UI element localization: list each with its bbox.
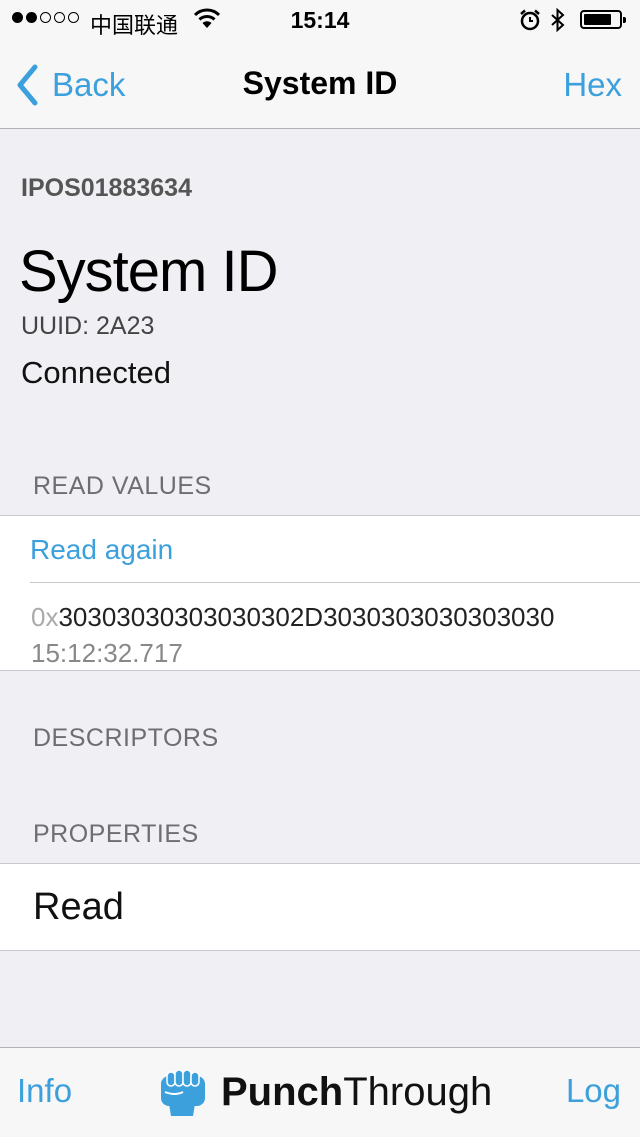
value-prefix: 0x xyxy=(31,602,59,632)
bluetooth-icon xyxy=(551,8,565,32)
info-button[interactable]: Info xyxy=(17,1072,72,1110)
characteristic-uuid: UUID: 2A23 xyxy=(21,312,155,340)
read-value: 0x30303030303030302D3030303030303030 xyxy=(31,602,554,633)
page-title: System ID xyxy=(242,65,398,101)
brand-wordmark: PunchThrough xyxy=(221,1070,492,1115)
status-bar: 中国联通 15:14 xyxy=(0,0,640,40)
descriptors-header: DESCRIPTORS xyxy=(33,724,219,752)
alarm-clock-icon xyxy=(520,9,540,31)
brand-regular: Through xyxy=(343,1069,493,1114)
read-again-button[interactable]: Read again xyxy=(30,534,173,566)
properties-header: PROPERTIES xyxy=(33,820,199,848)
battery-icon xyxy=(580,10,626,29)
read-timestamp: 15:12:32.717 xyxy=(31,638,183,668)
device-id: IPOS01883634 xyxy=(21,174,192,202)
log-button[interactable]: Log xyxy=(566,1072,621,1110)
properties-group: Read xyxy=(0,863,640,951)
fist-logo-icon xyxy=(161,1069,205,1116)
hex-toggle-button[interactable]: Hex xyxy=(563,66,622,104)
status-time: 15:14 xyxy=(290,7,350,33)
read-values-header: READ VALUES xyxy=(33,472,212,500)
navigation-bar: Back System ID Hex xyxy=(0,40,640,129)
value-hex: 30303030303030302D3030303030303030 xyxy=(58,602,555,632)
read-values-group: Read again 0x30303030303030302D303030303… xyxy=(0,515,640,671)
characteristic-name: System ID xyxy=(19,239,278,304)
property-item-read: Read xyxy=(33,886,124,928)
tab-bar: Info PunchThrough Log xyxy=(0,1047,640,1137)
punchthrough-logo: PunchThrough xyxy=(157,1064,492,1120)
brand-bold: Punch xyxy=(221,1069,344,1114)
connection-status: Connected xyxy=(21,355,171,390)
divider xyxy=(30,582,640,583)
